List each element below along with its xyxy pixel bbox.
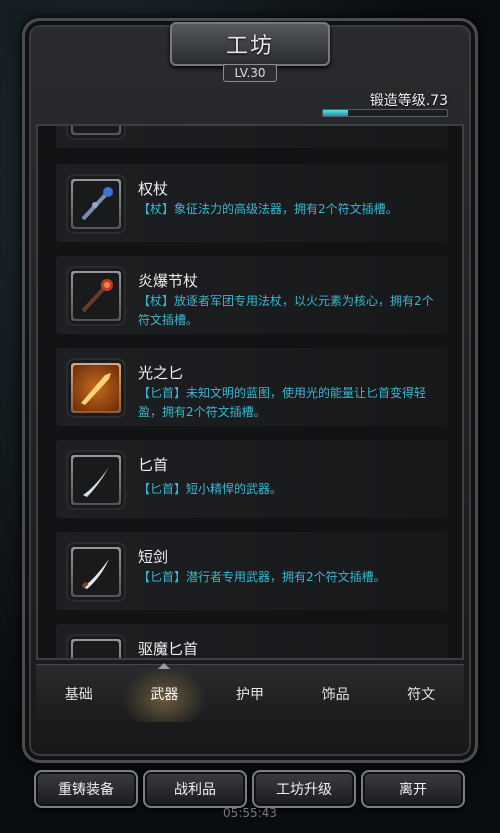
list-item[interactable]: 权杖 【杖】象征法力的高级法器，拥有2个符文插槽。	[56, 164, 448, 242]
item-description: 【匕首】短小精悍的武器。	[138, 482, 283, 496]
item-description: 【杖】放逐者军团专用法杖，以火元素为核心，拥有2个符文插槽。	[138, 294, 434, 327]
bottom-action-bar: 重铸装备 战利品 工坊升级 离开	[0, 770, 500, 833]
exorcism-dagger-icon	[68, 636, 124, 658]
item-name: 匕首	[138, 456, 169, 474]
window-title: 工坊	[225, 34, 274, 59]
game-clock: 05:55:43	[223, 806, 277, 820]
list-item-partial[interactable]	[56, 126, 448, 148]
recast-equipment-button[interactable]: 重铸装备	[34, 770, 138, 808]
short-sword-icon	[68, 544, 124, 600]
item-name: 权杖	[138, 180, 169, 198]
tab-runes[interactable]: 符文	[378, 665, 464, 722]
forge-progress-bar	[322, 109, 448, 117]
list-item[interactable]: 匕首 【匕首】短小精悍的武器。	[56, 440, 448, 518]
level-badge: LV.30	[223, 64, 277, 82]
item-description: 【杖】象征法力的高级法器，拥有2个符文插槽。	[138, 202, 398, 216]
item-name: 短剑	[138, 548, 169, 566]
tab-basic[interactable]: 基础	[36, 665, 122, 722]
category-tabs: 基础 武器 护甲 饰品 符文	[36, 664, 464, 722]
forge-progress-fill	[323, 110, 348, 116]
scepter-icon	[68, 176, 124, 232]
list-item[interactable]: 光之匕 【匕首】未知文明的蓝图，使用光的能量让匕首变得轻盈，拥有2个符文插槽。	[56, 348, 448, 426]
title-plate: 工坊	[170, 22, 330, 66]
workshop-upgrade-button[interactable]: 工坊升级	[252, 770, 356, 808]
fire-staff-icon	[68, 268, 124, 324]
item-description: 【匕首】潜行者专用武器，拥有2个符文插槽。	[138, 570, 386, 584]
forge-level-label: 锻造等级.73	[369, 93, 448, 109]
list-item[interactable]: 炎爆节杖 【杖】放逐者军团专用法杖，以火元素为核心，拥有2个符文插槽。	[56, 256, 448, 334]
list-item[interactable]: 驱魔匕首	[56, 624, 448, 658]
item-name: 驱魔匕首	[138, 640, 199, 658]
item-list-panel[interactable]: 权杖 【杖】象征法力的高级法器，拥有2个符文插槽。 炎爆节杖 【杖】放逐者军团专…	[36, 124, 464, 660]
tab-armor[interactable]: 护甲	[207, 665, 293, 722]
item-thumbnail	[68, 126, 124, 138]
light-dagger-icon	[68, 360, 124, 416]
loot-button[interactable]: 战利品	[143, 770, 247, 808]
leave-button[interactable]: 离开	[361, 770, 465, 808]
item-name: 光之匕	[138, 364, 184, 382]
item-name: 炎爆节杖	[138, 272, 199, 290]
tab-weapons[interactable]: 武器	[121, 665, 208, 722]
list-item[interactable]: 短剑 【匕首】潜行者专用武器，拥有2个符文插槽。	[56, 532, 448, 610]
tab-accessories[interactable]: 饰品	[293, 665, 379, 722]
dagger-icon	[68, 452, 124, 508]
item-description: 【匕首】未知文明的蓝图，使用光的能量让匕首变得轻盈，拥有2个符文插槽。	[138, 386, 427, 419]
